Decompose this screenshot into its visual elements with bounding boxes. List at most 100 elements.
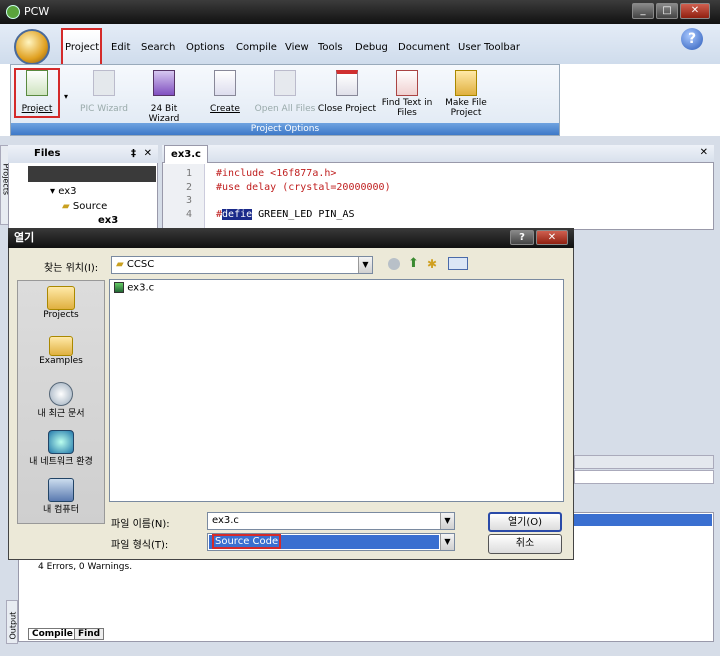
c-source-file-icon (114, 282, 124, 293)
folder-icon: ▰ (62, 201, 70, 212)
close-project-icon (336, 70, 358, 96)
editor-tab-ex3[interactable]: ex3.c (164, 145, 208, 163)
menu-debug[interactable]: Debug (355, 42, 388, 53)
code-line-1[interactable]: #include <16f877a.h> (216, 168, 336, 179)
line-number: 1 (186, 168, 193, 179)
line-number-gutter (163, 164, 205, 230)
menu-project[interactable]: Project (65, 42, 99, 53)
output-vertical-tab[interactable]: Output (6, 600, 18, 644)
filename-input[interactable]: ex3.c ▼ (207, 512, 455, 530)
menu-edit[interactable]: Edit (111, 42, 130, 53)
panel-strip (574, 455, 714, 469)
help-icon[interactable]: ? (681, 28, 703, 50)
open-all-icon (274, 70, 296, 96)
place-recent[interactable]: 내 최근 문서 (17, 382, 105, 419)
chevron-down-icon[interactable]: ▼ (440, 534, 454, 550)
file-item-ex3c[interactable]: ex3.c (114, 282, 154, 294)
line-number: 2 (186, 182, 193, 193)
menu-search[interactable]: Search (141, 42, 175, 53)
filetype-label: 파일 형식(T): (111, 540, 169, 551)
dialog-title-bar: 열기 ? ✕ (8, 228, 574, 248)
project-folder-icon: ▾ (50, 186, 56, 197)
panel-strip (574, 470, 714, 484)
chevron-down-icon[interactable]: ▼ (440, 513, 454, 529)
output-tabs: Compile Find (18, 628, 218, 642)
project-ribbon-button[interactable]: Project (16, 70, 58, 114)
look-in-combo[interactable]: ▰ CCSC ▼ (111, 256, 373, 274)
editor-tab-bar: ex3.c ✕ (162, 145, 714, 163)
files-toolbar (28, 166, 156, 182)
window-title: PCW (24, 5, 50, 18)
pin-icon[interactable]: ‡ (131, 145, 136, 163)
files-pane-title: Files (34, 148, 61, 159)
examples-folder-icon (49, 336, 73, 356)
output-selection (574, 514, 712, 526)
tree-item-source[interactable]: ▰ Source (62, 201, 107, 212)
menu-user-toolbar[interactable]: User Toolbar (458, 42, 520, 53)
up-folder-icon[interactable]: ⬆ (408, 256, 419, 271)
code-line-4[interactable]: #defie GREEN_LED PIN_AS (216, 209, 355, 220)
place-my-computer[interactable]: 내 컴퓨터 (17, 478, 105, 515)
code-line-2[interactable]: #use delay (crystal=20000000) (216, 182, 391, 193)
find-text-in-files-button[interactable]: Find Text in Files (378, 70, 436, 118)
find-text-icon (396, 70, 418, 96)
folder-icon: ▰ (116, 259, 124, 270)
make-file-icon (455, 70, 477, 96)
cancel-button[interactable]: 취소 (488, 534, 562, 554)
close-project-button[interactable]: Close Project (316, 70, 378, 114)
tree-item-file[interactable]: ex3 (98, 215, 118, 226)
chevron-down-icon[interactable]: ▼ (358, 257, 372, 273)
pic-wizard-icon (93, 70, 115, 96)
menu-tools[interactable]: Tools (318, 42, 343, 53)
menu-compile[interactable]: Compile (236, 42, 277, 53)
wizard-24bit-button[interactable]: 24 Bit Wizard (134, 70, 194, 124)
new-folder-icon[interactable]: ✱ (427, 257, 437, 271)
place-examples[interactable]: Examples (17, 336, 105, 366)
file-list[interactable] (109, 279, 564, 502)
menu-options[interactable]: Options (186, 42, 225, 53)
maximize-button[interactable]: □ (656, 3, 678, 19)
open-all-files-button[interactable]: Open All Files (254, 70, 316, 114)
open-button[interactable]: 열기(O) (488, 512, 562, 532)
project-icon (26, 70, 48, 96)
dialog-help-button[interactable]: ? (510, 230, 534, 245)
view-menu-icon[interactable] (448, 257, 468, 270)
make-file-project-button[interactable]: Make File Project (440, 70, 492, 118)
back-icon[interactable] (388, 258, 400, 270)
title-bar: PCW _ □ ✕ (0, 0, 720, 24)
minimize-button[interactable]: _ (632, 3, 654, 19)
files-close-icon[interactable]: ✕ (144, 145, 152, 163)
menu-document[interactable]: Document (398, 42, 450, 53)
tab-compile[interactable]: Compile (28, 628, 77, 640)
selected-text: defie (222, 209, 253, 220)
place-projects[interactable]: Projects (17, 286, 105, 320)
close-button[interactable]: ✕ (680, 3, 710, 19)
wizard-24bit-icon (153, 70, 175, 96)
tree-item-ex3[interactable]: ▾ ex3 (50, 186, 76, 197)
app-icon (6, 5, 20, 19)
filetype-value: Source Code (212, 534, 282, 549)
files-pane-header: Files ‡ ✕ (8, 145, 158, 163)
line-number: 4 (186, 209, 193, 220)
project-dropdown-arrow[interactable]: ▾ (64, 92, 68, 101)
dialog-title: 열기 (14, 231, 35, 244)
menu-view[interactable]: View (285, 42, 309, 53)
place-network[interactable]: 내 네트워크 환경 (17, 430, 105, 467)
network-icon (48, 430, 74, 454)
projects-folder-icon (47, 286, 75, 310)
line-number: 3 (186, 195, 193, 206)
look-in-label: 찾는 위치(I): (44, 263, 99, 274)
output-message: 4 Errors, 0 Warnings. (38, 562, 133, 572)
filename-label: 파일 이름(N): (111, 519, 170, 530)
create-icon (214, 70, 236, 96)
tab-find[interactable]: Find (74, 628, 105, 640)
clock-icon (49, 382, 73, 406)
create-button[interactable]: Create (206, 70, 244, 114)
pic-wizard-button[interactable]: PIC Wizard (78, 70, 130, 114)
editor-close-icon[interactable]: ✕ (700, 147, 708, 158)
project-options-group-label: Project Options (11, 123, 559, 135)
filetype-select[interactable]: Source Code ▼ (207, 533, 455, 551)
dialog-close-button[interactable]: ✕ (536, 230, 568, 245)
computer-icon (48, 478, 74, 502)
app-orb-button[interactable] (14, 29, 50, 65)
